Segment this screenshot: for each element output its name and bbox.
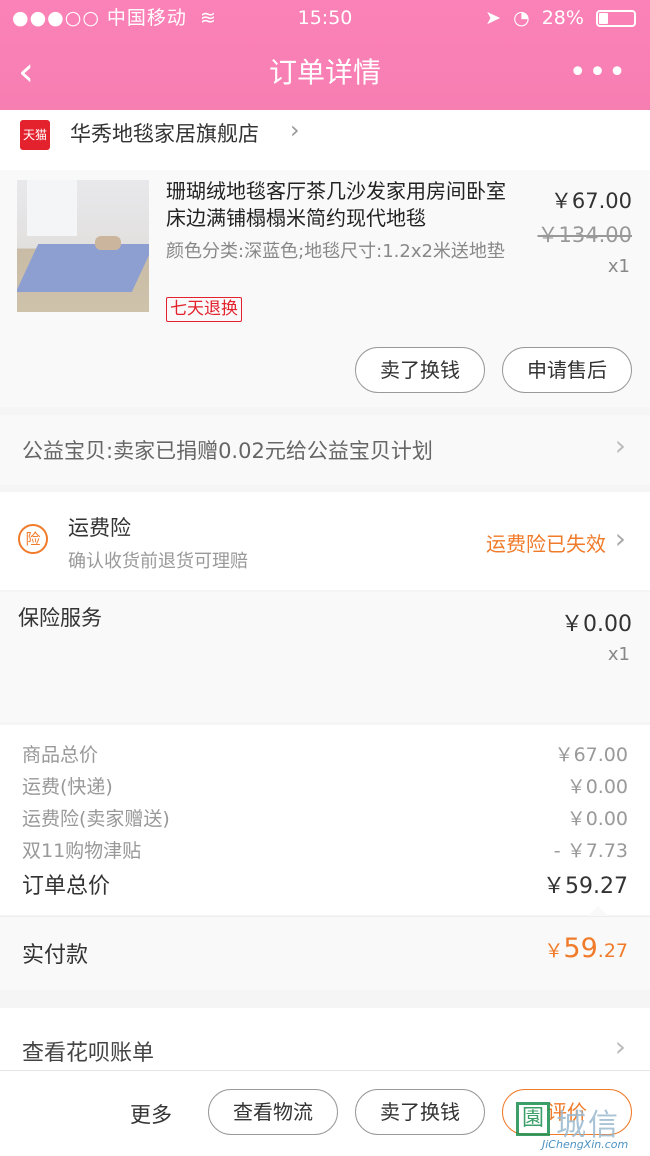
watermark: 園 城信 JiChengXin.com — [516, 1100, 644, 1152]
breakdown-value: ￥67.00 — [554, 744, 628, 766]
paid-value: ￥59.27 — [544, 933, 628, 964]
status-bar: ●●●○○ 中国移动 ≋ 15:50 ➤ ◔ 28% — [0, 0, 650, 36]
paid-decimal: .27 — [597, 940, 628, 962]
breakdown-row: 运费(快递) ￥0.00 — [22, 772, 628, 802]
view-logistics-button[interactable]: 查看物流 — [208, 1089, 338, 1135]
thumb-pillow — [95, 236, 121, 250]
app-header: ●●●○○ 中国移动 ≋ 15:50 ➤ ◔ 28% ‹ 订单详情 ••• — [0, 0, 650, 110]
status-right: ➤ ◔ 28% — [485, 0, 636, 36]
product-spec: 颜色分类:深蓝色;地毯尺寸:1.2x2米送地垫 — [166, 241, 505, 262]
alarm-icon: ◔ — [513, 7, 530, 29]
shipping-insurance-row[interactable]: 险 运费险 确认收货前退货可理赔 运费险已失效 › — [0, 492, 650, 590]
charity-row[interactable]: 公益宝贝:卖家已捐赠0.02元给公益宝贝计划 › — [0, 415, 650, 485]
more-menu-button[interactable]: ••• — [569, 56, 628, 90]
location-arrow-icon: ➤ — [485, 7, 502, 29]
insurance-subtitle: 确认收货前退货可理赔 — [68, 551, 248, 572]
paid-integer: 59 — [563, 933, 598, 964]
callout-notch — [588, 906, 608, 916]
after-sale-button[interactable]: 申请售后 — [502, 347, 632, 393]
watermark-logo: 園 — [516, 1102, 550, 1136]
product-price: ￥67.00 — [550, 189, 632, 213]
breakdown-row: 商品总价 ￥67.00 — [22, 740, 628, 770]
bottom-action-bar: 更多 查看物流 卖了换钱 评价 園 城信 JiChengXin.com — [0, 1070, 650, 1156]
insurance-icon: 险 — [18, 524, 48, 554]
paid-currency: ￥ — [544, 940, 564, 962]
price-breakdown: 商品总价 ￥67.00 运费(快递) ￥0.00 运费险(卖家赠送) ￥0.00… — [0, 725, 650, 916]
return-policy-badge: 七天退换 — [166, 297, 242, 322]
chevron-right-icon: › — [614, 1030, 626, 1063]
paid-row: 实付款 ￥59.27 — [0, 916, 650, 990]
product-thumbnail[interactable] — [17, 180, 149, 312]
insurance-service: 保险服务 ￥0.00 x1 — [0, 592, 650, 722]
huabei-text: 查看花呗账单 — [22, 1041, 155, 1066]
breakdown-label: 双11购物津贴 — [22, 840, 142, 862]
order-item: 珊瑚绒地毯客厅茶几沙发家用房间卧室床边满铺榻榻米简约现代地毯 颜色分类:深蓝色;… — [0, 170, 650, 407]
service-title: 保险服务 — [18, 606, 102, 630]
sell-again-button[interactable]: 卖了换钱 — [355, 1089, 485, 1135]
order-total-value: ￥59.27 — [543, 874, 628, 899]
product-quantity: x1 — [607, 256, 630, 277]
product-original-price: ￥134.00 — [537, 223, 632, 247]
more-dots-icon: ••• — [568, 55, 628, 90]
watermark-url: JiChengXin.com — [542, 1138, 629, 1151]
product-title[interactable]: 珊瑚绒地毯客厅茶几沙发家用房间卧室床边满铺榻榻米简约现代地毯 — [166, 178, 511, 232]
breakdown-label: 运费险(卖家赠送) — [22, 808, 170, 830]
chevron-right-icon: › — [614, 522, 626, 555]
breakdown-row: 运费险(卖家赠送) ￥0.00 — [22, 804, 628, 834]
battery-icon — [596, 10, 636, 27]
charity-text: 公益宝贝:卖家已捐赠0.02元给公益宝贝计划 — [22, 439, 433, 463]
order-total-row: 订单总价 ￥59.27 — [22, 868, 628, 899]
order-total-label: 订单总价 — [22, 874, 111, 899]
more-button[interactable]: 更多 — [130, 1099, 172, 1129]
service-quantity: x1 — [607, 644, 630, 665]
breakdown-value: ￥0.00 — [566, 776, 628, 798]
insurance-status: 运费险已失效 — [486, 532, 606, 556]
breakdown-label: 运费(快递) — [22, 776, 113, 798]
chevron-right-icon: › — [614, 429, 626, 462]
battery-percent: 28% — [541, 7, 584, 29]
breakdown-value: - ￥7.73 — [553, 840, 628, 862]
breakdown-value: ￥0.00 — [566, 808, 628, 830]
insurance-title: 运费险 — [68, 516, 131, 540]
tmall-badge-icon: 天猫 — [20, 120, 50, 150]
nav-bar: ‹ 订单详情 ••• — [0, 36, 650, 110]
huabei-bill-row[interactable]: 查看花呗账单 › — [0, 1008, 650, 1070]
thumb-window — [27, 180, 77, 236]
page-title: 订单详情 — [268, 56, 381, 89]
shop-row[interactable]: 天猫 华秀地毯家居旗舰店 › — [0, 110, 650, 170]
breakdown-row: 双11购物津贴 - ￥7.73 — [22, 836, 628, 866]
service-price: ￥0.00 — [561, 612, 632, 637]
thumb-rug — [17, 244, 149, 292]
paid-label: 实付款 — [22, 943, 89, 968]
chevron-right-icon: › — [290, 116, 300, 144]
breakdown-label: 商品总价 — [22, 744, 99, 766]
sell-button[interactable]: 卖了换钱 — [355, 347, 485, 393]
shop-name: 华秀地毯家居旗舰店 — [70, 122, 259, 146]
